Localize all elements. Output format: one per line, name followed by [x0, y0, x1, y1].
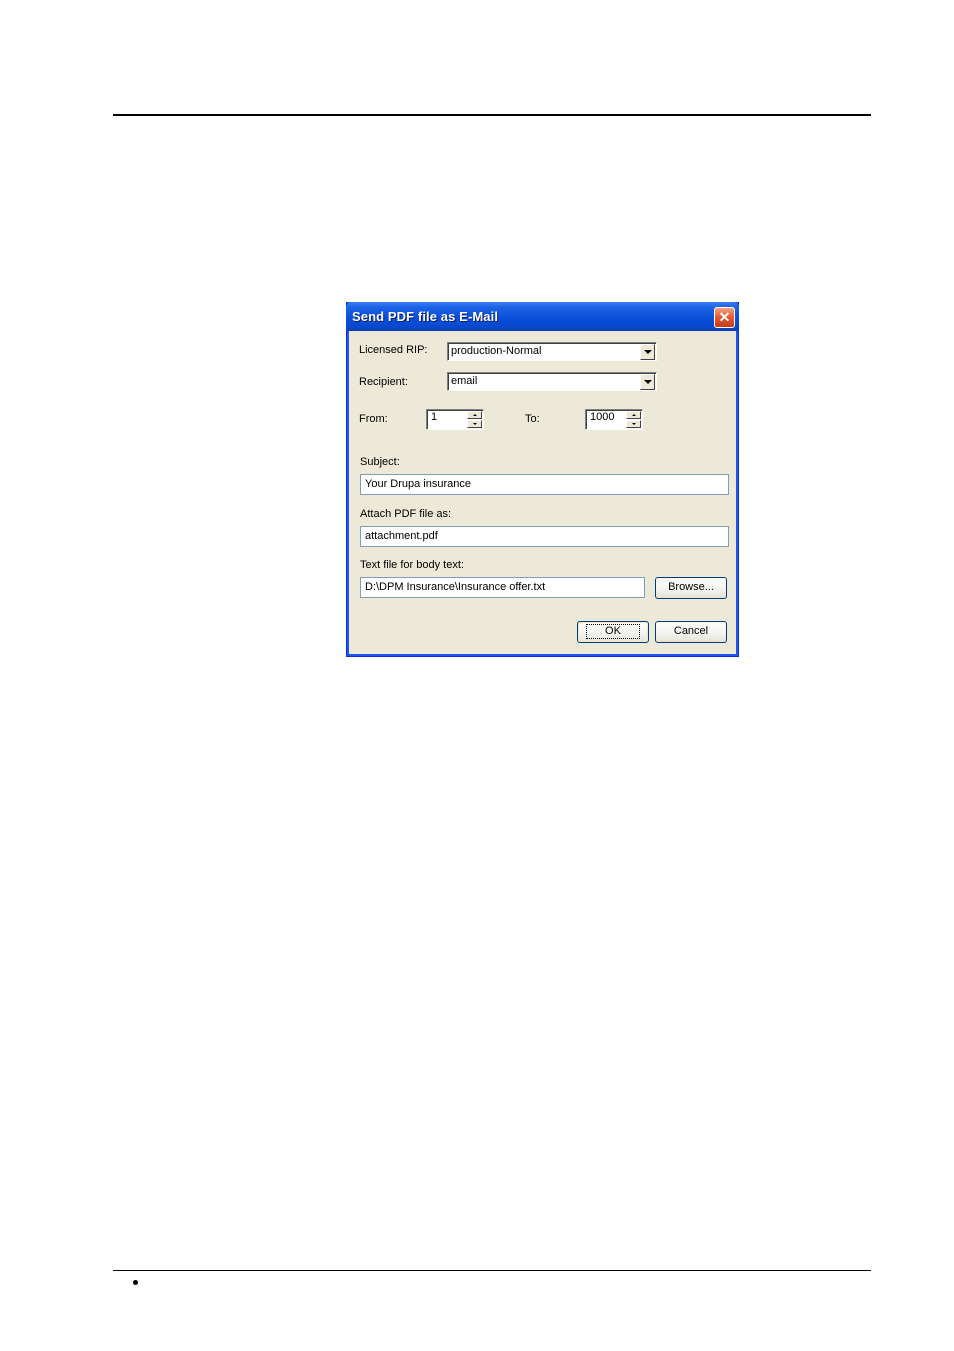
- chevron-down-icon[interactable]: [640, 344, 655, 360]
- send-pdf-email-dialog: Send PDF file as E-Mail ✕ Licensed RIP: …: [346, 302, 739, 657]
- from-label: From:: [359, 413, 388, 425]
- licensed-rip-dropdown[interactable]: production-Normal: [447, 342, 657, 361]
- recipient-label: Recipient:: [359, 376, 408, 388]
- close-icon[interactable]: ✕: [714, 307, 735, 328]
- attach-label: Attach PDF file as:: [360, 508, 452, 520]
- cancel-button[interactable]: Cancel: [655, 621, 727, 643]
- document-page: Send PDF file as E-Mail ✕ Licensed RIP: …: [0, 0, 954, 1351]
- to-value: 1000: [590, 411, 615, 423]
- chevron-down-icon[interactable]: [640, 374, 655, 390]
- spin-down-icon[interactable]: [626, 420, 641, 428]
- to-label: To:: [525, 413, 540, 425]
- footer-rule: [113, 1270, 871, 1271]
- browse-button[interactable]: Browse...: [655, 577, 727, 599]
- ok-button-label: OK: [586, 624, 640, 639]
- from-value: 1: [431, 411, 438, 423]
- dialog-titlebar[interactable]: Send PDF file as E-Mail ✕: [346, 302, 739, 331]
- from-stepper[interactable]: 1: [426, 409, 484, 430]
- body-text-label: Text file for body text:: [360, 559, 464, 571]
- licensed-rip-value: production-Normal: [451, 345, 542, 357]
- subject-input[interactable]: Your Drupa insurance: [360, 474, 729, 495]
- bullet-dot: [133, 1280, 138, 1285]
- from-stepper-buttons: [467, 411, 482, 428]
- body-text-file-input[interactable]: D:\DPM Insurance\Insurance offer.txt: [360, 577, 645, 598]
- attach-filename-input[interactable]: attachment.pdf: [360, 526, 729, 547]
- subject-label: Subject:: [360, 456, 400, 468]
- recipient-dropdown[interactable]: email: [447, 372, 657, 391]
- dialog-title: Send PDF file as E-Mail: [352, 309, 499, 324]
- spin-up-icon[interactable]: [467, 411, 482, 419]
- recipient-value: email: [451, 375, 478, 387]
- ok-button[interactable]: OK: [577, 621, 649, 643]
- to-stepper[interactable]: 1000: [585, 409, 643, 430]
- licensed-rip-label: Licensed RIP:: [359, 344, 428, 356]
- to-stepper-buttons: [626, 411, 641, 428]
- header-rule: [113, 114, 871, 116]
- spin-down-icon[interactable]: [467, 420, 482, 428]
- spin-up-icon[interactable]: [626, 411, 641, 419]
